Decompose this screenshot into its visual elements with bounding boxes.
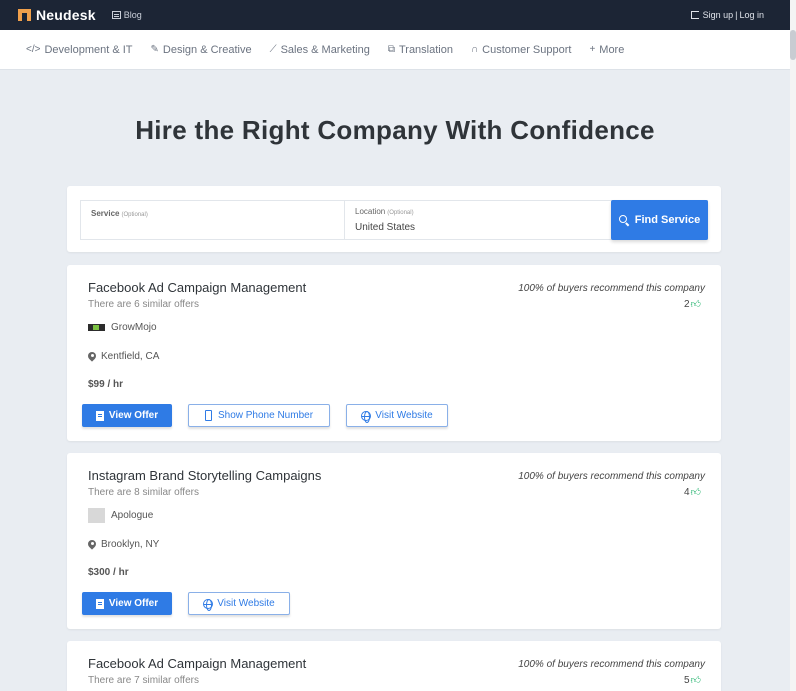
page-scrollbar[interactable] bbox=[790, 0, 796, 691]
location-input[interactable] bbox=[355, 219, 595, 235]
category-label: Design & Creative bbox=[162, 43, 252, 56]
offer-card: Facebook Ad Campaign Management There ar… bbox=[67, 265, 721, 441]
likes-count: 5 👍︎ bbox=[683, 674, 701, 687]
offer-title[interactable]: Facebook Ad Campaign Management bbox=[88, 280, 306, 295]
category-label: Translation bbox=[398, 43, 453, 56]
location-row: Kentfield, CA bbox=[88, 351, 159, 362]
company-name: GrowMojo bbox=[111, 322, 157, 333]
company-row: Apologue bbox=[88, 508, 153, 523]
category-label: More bbox=[599, 43, 625, 56]
find-service-label: Find Service bbox=[634, 214, 701, 226]
code-icon: </> bbox=[26, 44, 41, 55]
view-offer-button[interactable]: View Offer bbox=[82, 592, 172, 615]
service-field[interactable]: Service (Optional) bbox=[81, 201, 345, 239]
company-row: GrowMojo bbox=[88, 322, 157, 333]
similar-offers-text: There are 7 similar offers bbox=[88, 675, 199, 686]
thumbs-up-icon: 👍︎ bbox=[690, 299, 701, 310]
offer-card: Instagram Brand Storytelling Campaigns T… bbox=[67, 453, 721, 629]
price: $300 / hr bbox=[88, 567, 129, 578]
blog-link[interactable]: Blog bbox=[111, 10, 142, 20]
page-title: Hire the Right Company With Confidence bbox=[135, 115, 655, 145]
category-label: Development & IT bbox=[44, 43, 133, 56]
company-logo bbox=[88, 508, 105, 523]
location-field[interactable]: Location (Optional) bbox=[345, 201, 611, 239]
chart-icon: ⟋ bbox=[269, 44, 277, 55]
show-phone-number-button[interactable]: Show Phone Number bbox=[188, 404, 330, 427]
company-name: Apologue bbox=[111, 510, 154, 521]
location-field-label: Location (Optional) bbox=[355, 207, 414, 216]
similar-offers-text: There are 8 similar offers bbox=[88, 487, 199, 498]
service-field-label: Service (Optional) bbox=[91, 209, 148, 218]
scrollbar-thumb[interactable] bbox=[790, 30, 796, 60]
translate-icon: ⧉ bbox=[387, 44, 395, 55]
auth-links: Sign up | Log in bbox=[690, 10, 764, 20]
offer-card: Facebook Ad Campaign Management There ar… bbox=[67, 641, 721, 691]
company-logo bbox=[88, 324, 105, 331]
view-offer-button[interactable]: View Offer bbox=[82, 404, 172, 427]
thumbs-up-icon: 👍︎ bbox=[690, 675, 701, 686]
category-design-creative[interactable]: ✎ Design & Creative bbox=[151, 44, 252, 56]
similar-offers-text: There are 6 similar offers bbox=[88, 299, 199, 310]
recommend-text: 100% of buyers recommend this company bbox=[518, 659, 705, 670]
company-location: Kentfield, CA bbox=[101, 351, 160, 362]
thumbs-up-icon: 👍︎ bbox=[690, 487, 701, 498]
search-card: Service(Optional) Location(Optional) Fin… bbox=[67, 186, 721, 252]
sign-up-link[interactable]: Sign up bbox=[703, 10, 734, 20]
recommend-text: 100% of buyers recommend this company bbox=[518, 283, 705, 294]
top-navbar: Neudesk Blog Sign up | Log in bbox=[0, 0, 790, 30]
brush-icon: ✎ bbox=[150, 44, 159, 55]
log-in-link[interactable]: Log in bbox=[739, 10, 764, 20]
find-service-button[interactable]: Find Service bbox=[611, 200, 708, 240]
search-icon bbox=[618, 214, 630, 226]
company-location: Brooklyn, NY bbox=[101, 539, 160, 550]
location-row: Brooklyn, NY bbox=[88, 539, 159, 550]
category-more[interactable]: + More bbox=[589, 44, 624, 56]
visit-website-button[interactable]: Visit Website bbox=[346, 404, 448, 427]
category-label: Customer Support bbox=[482, 43, 572, 56]
sign-in-icon bbox=[690, 11, 699, 19]
globe-icon bbox=[203, 598, 214, 611]
brand-logo-icon bbox=[18, 9, 31, 21]
brand[interactable]: Neudesk bbox=[18, 7, 96, 23]
visit-website-button[interactable]: Visit Website bbox=[188, 592, 290, 615]
likes-count: 2 👍︎ bbox=[683, 298, 701, 311]
map-pin-icon bbox=[88, 352, 96, 362]
brand-name: Neudesk bbox=[36, 7, 96, 23]
recommend-text: 100% of buyers recommend this company bbox=[518, 471, 705, 482]
plus-icon: + bbox=[589, 44, 596, 55]
category-nav: </> Development & IT ✎ Design & Creative… bbox=[0, 30, 790, 70]
auth-separator: | bbox=[735, 10, 738, 20]
service-input[interactable] bbox=[91, 223, 331, 239]
category-sales-marketing[interactable]: ⟋ Sales & Marketing bbox=[270, 44, 370, 56]
document-icon bbox=[95, 598, 104, 609]
likes-count: 4 👍︎ bbox=[683, 486, 701, 499]
search-form: Service(Optional) Location(Optional) Fin… bbox=[80, 200, 708, 240]
blog-icon bbox=[111, 11, 121, 19]
document-icon bbox=[95, 410, 104, 421]
headset-icon: ∩ bbox=[470, 44, 479, 55]
category-translation[interactable]: ⧉ Translation bbox=[388, 44, 453, 56]
category-development-it[interactable]: </> Development & IT bbox=[26, 44, 133, 56]
phone-icon bbox=[204, 410, 212, 421]
globe-icon bbox=[361, 410, 372, 423]
offer-title[interactable]: Instagram Brand Storytelling Campaigns bbox=[88, 468, 321, 483]
blog-label: Blog bbox=[123, 10, 142, 20]
map-pin-icon bbox=[88, 540, 96, 550]
offer-actions: View Offer Show Phone Number Visit Websi… bbox=[82, 404, 464, 427]
price: $99 / hr bbox=[88, 379, 124, 390]
offer-title[interactable]: Facebook Ad Campaign Management bbox=[88, 656, 306, 671]
offer-actions: View Offer Visit Website bbox=[82, 592, 306, 615]
category-customer-support[interactable]: ∩ Customer Support bbox=[471, 44, 571, 56]
category-label: Sales & Marketing bbox=[280, 43, 370, 56]
